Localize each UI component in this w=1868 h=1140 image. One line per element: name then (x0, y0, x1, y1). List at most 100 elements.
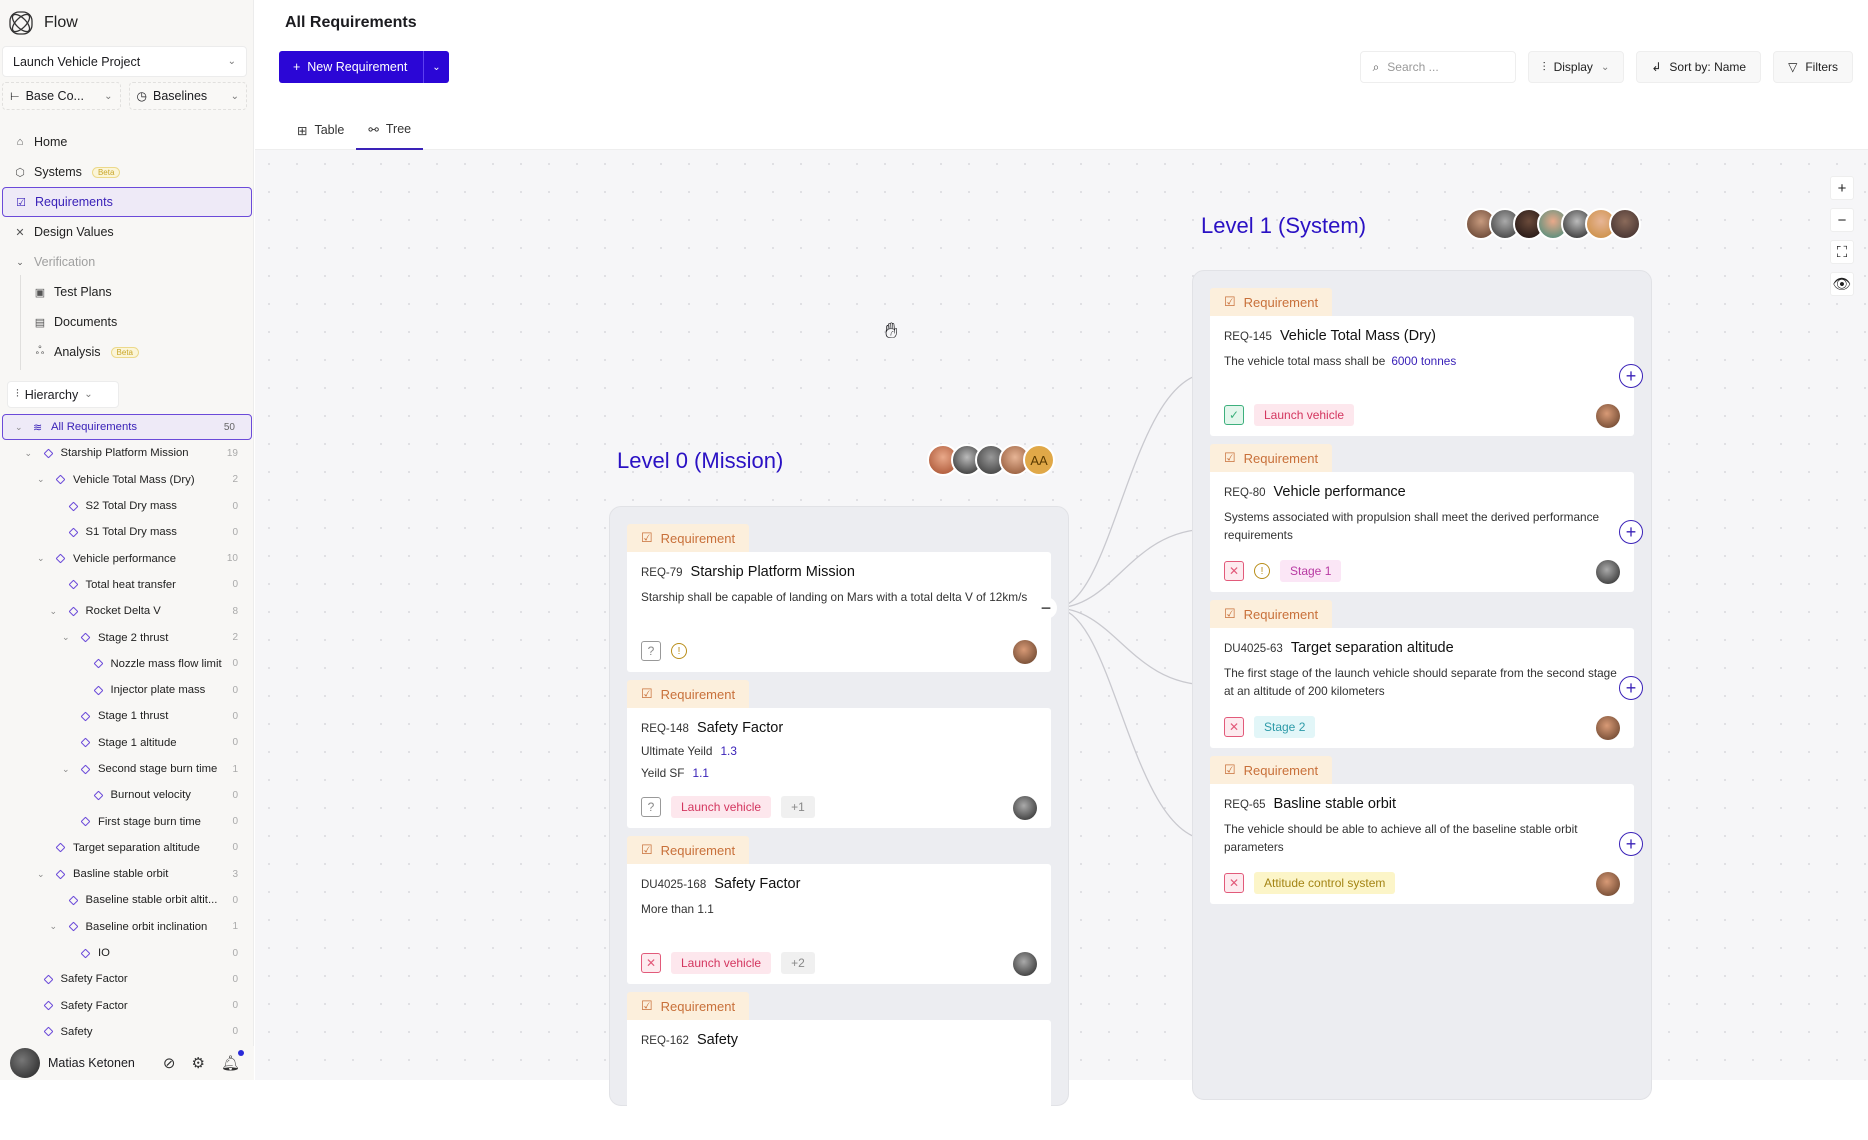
add-child-button[interactable]: + (1619, 520, 1643, 544)
tree-item[interactable]: First stage burn time 0 (0, 808, 254, 834)
status-failed-icon[interactable]: ✕ (641, 953, 661, 973)
system-tag[interactable]: Launch vehicle (671, 796, 772, 818)
status-failed-icon[interactable]: ✕ (1224, 717, 1244, 737)
owner-avatar[interactable] (1596, 560, 1620, 584)
owner-avatar[interactable] (1596, 872, 1620, 896)
system-tag[interactable]: Stage 2 (1254, 716, 1316, 738)
gear-icon[interactable]: ⚙ (192, 1054, 205, 1072)
new-requirement-button[interactable]: + New Requirement ⌄ (279, 51, 449, 83)
user-avatar[interactable] (10, 1048, 40, 1078)
tree-item[interactable]: Nozzle mass flow limit 0 (0, 651, 254, 677)
tree-item[interactable]: ⌄ Vehicle Total Mass (Dry) 2 (0, 467, 254, 493)
chevron-down-icon[interactable]: ⌄ (15, 422, 23, 433)
collapse-node-button[interactable]: − (1035, 597, 1057, 619)
hierarchy-select[interactable]: ⫶ Hierarchy ⌄ (7, 381, 119, 408)
tree-item[interactable]: ⌄ Baseline orbit inclination 1 (0, 914, 254, 940)
chevron-down-icon[interactable]: ⌄ (50, 921, 58, 932)
requirement-card[interactable]: ☑ Requirement REQ-80 Vehicle performance Sys… (1210, 444, 1634, 592)
more-tags-chip[interactable]: +2 (781, 952, 815, 974)
tree-item[interactable]: ⌄ Vehicle performance 10 (0, 545, 254, 571)
add-child-button[interactable]: + (1619, 832, 1643, 856)
tree-item[interactable]: ⌄ Basline stable orbit 3 (0, 861, 254, 887)
filters-button[interactable]: ▽ Filters (1773, 51, 1853, 83)
tree-item[interactable]: IO 0 (0, 940, 254, 966)
app-logo[interactable]: Flow (8, 10, 78, 36)
chevron-down-icon[interactable]: ⌄ (37, 869, 45, 880)
tree-item[interactable]: S1 Total Dry mass 0 (0, 519, 254, 545)
tree-item[interactable]: Total heat transfer 0 (0, 572, 254, 598)
status-failed-icon[interactable]: ✕ (1224, 561, 1244, 581)
sidebar-item-home[interactable]: ⌂ Home (0, 127, 254, 157)
tab-table[interactable]: ⊞ Table (285, 110, 356, 150)
requirement-card[interactable]: ☑ Requirement REQ-65 Basline stable orbit Th… (1210, 756, 1634, 904)
tree-item[interactable]: Safety 0 (0, 1019, 254, 1045)
sidebar-item-verification[interactable]: ⌄ Verification (0, 247, 254, 277)
requirement-card[interactable]: ☑ Requirement DU4025-168 Safety Factor More … (627, 836, 1051, 984)
tree-item[interactable]: S2 Total Dry mass 0 (0, 493, 254, 519)
compass-icon[interactable]: ⊘ (163, 1054, 176, 1072)
tree-item[interactable]: Baseline stable orbit altit... 0 (0, 887, 254, 913)
requirement-card[interactable]: ☑ Requirement DU4025-63 Target separation a… (1210, 600, 1634, 748)
tree-item[interactable]: Burnout velocity 0 (0, 782, 254, 808)
more-tags-chip[interactable]: +1 (781, 796, 815, 818)
sidebar-item-systems[interactable]: ⬡ Systems Beta (0, 157, 254, 187)
sidebar-item-test-plans[interactable]: ▣ Test Plans (0, 277, 254, 307)
baselines-select[interactable]: ◷ Baselines ⌄ (128, 82, 247, 110)
zoom-in-button[interactable]: + (1830, 176, 1854, 200)
tree-item[interactable]: ⌄ Stage 2 thrust 2 (0, 624, 254, 650)
add-child-button[interactable]: + (1619, 364, 1643, 388)
configuration-select[interactable]: ⊢ Base Co... ⌄ (2, 82, 121, 110)
tree-item[interactable]: Injector plate mass 0 (0, 677, 254, 703)
system-tag[interactable]: Attitude control system (1254, 872, 1396, 894)
tree-item[interactable]: Stage 1 altitude 0 (0, 730, 254, 756)
requirement-card[interactable]: ☑ Requirement REQ-148 Safety Factor Ultimate… (627, 680, 1051, 828)
sidebar-item-design-values[interactable]: ✕ Design Values (0, 217, 254, 247)
search-input[interactable]: ⌕ Search ... (1359, 51, 1516, 83)
tree-canvas[interactable]: ✋︎ Level 0 (Mission) AA ☑ Requirement REQ-… (255, 150, 1868, 1140)
sort-button[interactable]: ↲ Sort by: Name (1636, 51, 1762, 83)
chevron-down-icon[interactable]: ⌄ (423, 51, 449, 83)
tree-item[interactable]: ⌄ Rocket Delta V 8 (0, 598, 254, 624)
system-tag[interactable]: Launch vehicle (671, 952, 772, 974)
fit-screen-button[interactable]: ⛶ (1830, 240, 1854, 264)
sidebar-item-requirements[interactable]: ☑ Requirements (2, 187, 252, 217)
sidebar-item-documents[interactable]: ▤ Documents (0, 307, 254, 337)
system-tag[interactable]: Launch vehicle (1254, 404, 1355, 426)
chevron-down-icon[interactable]: ⌄ (37, 553, 45, 564)
tree-item[interactable]: Target separation altitude 0 (0, 835, 254, 861)
add-child-button[interactable]: + (1619, 676, 1643, 700)
avatar-initials[interactable]: AA (1023, 444, 1055, 476)
display-button[interactable]: ⫶ Display ⌄ (1527, 51, 1625, 83)
zoom-out-button[interactable]: − (1830, 208, 1854, 232)
visibility-button[interactable]: 👁︎ (1830, 272, 1854, 296)
tree-item[interactable]: ⌄ Second stage burn time 1 (0, 756, 254, 782)
chevron-down-icon[interactable]: ⌄ (37, 474, 45, 485)
status-failed-icon[interactable]: ✕ (1224, 873, 1244, 893)
owner-avatar[interactable] (1013, 952, 1037, 976)
tree-item-all-requirements[interactable]: ⌄ ≋ All Requirements 50 (2, 414, 252, 441)
requirement-card[interactable]: ☑ Requirement REQ-162 Safety (627, 992, 1051, 1140)
tree-item[interactable]: ⌄ Starship Platform Mission 19 (0, 440, 254, 466)
requirement-card[interactable]: ☑ Requirement REQ-145 Vehicle Total Mass (D… (1210, 288, 1634, 436)
bell-icon[interactable]: 🔔︎ (221, 1054, 240, 1072)
tree-item[interactable]: Safety Factor 0 (0, 993, 254, 1019)
system-tag[interactable]: Stage 1 (1280, 560, 1342, 582)
owner-avatar[interactable] (1596, 716, 1620, 740)
status-passed-icon[interactable]: ✓ (1224, 405, 1244, 425)
tab-tree[interactable]: ⚯ Tree (356, 110, 424, 150)
status-unknown-icon[interactable]: ? (641, 641, 661, 661)
owner-avatar[interactable] (1013, 796, 1037, 820)
status-unknown-icon[interactable]: ? (641, 797, 661, 817)
tree-item[interactable]: Stage 1 thrust 0 (0, 703, 254, 729)
chevron-down-icon[interactable]: ⌄ (62, 764, 70, 775)
avatar[interactable] (1609, 208, 1641, 240)
owner-avatar[interactable] (1013, 640, 1037, 664)
chevron-down-icon[interactable]: ⌄ (62, 632, 70, 643)
tree-item[interactable]: Safety Factor 0 (0, 966, 254, 992)
sidebar-item-analysis[interactable]: ஃ Analysis Beta (0, 337, 254, 367)
owner-avatar[interactable] (1596, 404, 1620, 428)
chevron-down-icon[interactable]: ⌄ (50, 606, 58, 617)
project-select[interactable]: Launch Vehicle Project ⌄ (2, 46, 247, 77)
chevron-down-icon[interactable]: ⌄ (25, 448, 33, 459)
requirement-card[interactable]: ☑ Requirement REQ-79 Starship Platform Miss… (627, 524, 1051, 672)
